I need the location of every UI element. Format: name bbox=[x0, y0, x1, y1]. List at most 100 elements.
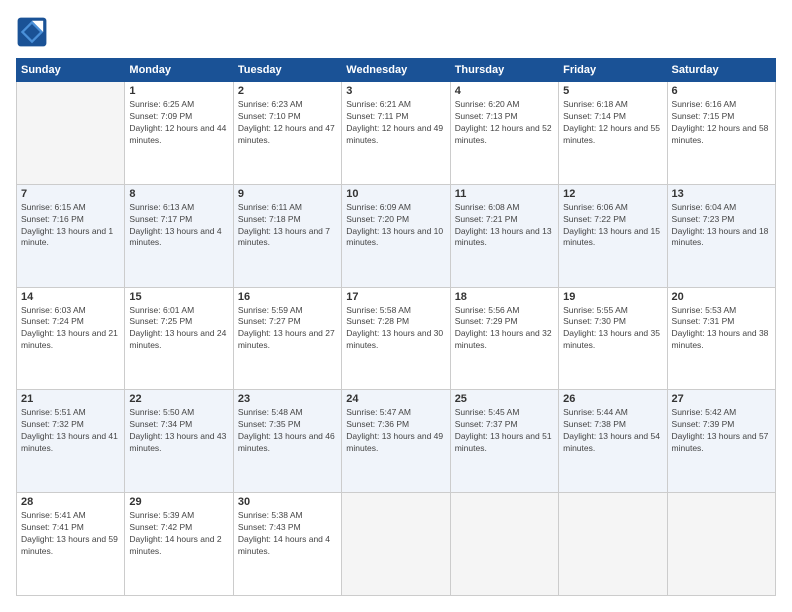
calendar-day-cell: 23Sunrise: 5:48 AMSunset: 7:35 PMDayligh… bbox=[233, 390, 341, 493]
day-info: Sunrise: 6:13 AMSunset: 7:17 PMDaylight:… bbox=[129, 202, 228, 250]
day-info: Sunrise: 6:21 AMSunset: 7:11 PMDaylight:… bbox=[346, 99, 445, 147]
day-number: 11 bbox=[455, 188, 554, 200]
page: SundayMondayTuesdayWednesdayThursdayFrid… bbox=[0, 0, 792, 612]
day-number: 18 bbox=[455, 291, 554, 303]
day-info: Sunrise: 5:56 AMSunset: 7:29 PMDaylight:… bbox=[455, 305, 554, 353]
day-number: 16 bbox=[238, 291, 337, 303]
day-number: 5 bbox=[563, 85, 662, 97]
day-info: Sunrise: 6:15 AMSunset: 7:16 PMDaylight:… bbox=[21, 202, 120, 250]
calendar-day-cell: 25 Sunrise: 5:45 AMSunset: 7:37 PMDayligh… bbox=[450, 390, 558, 493]
day-info: Sunrise: 6:01 AMSunset: 7:25 PMDaylight:… bbox=[129, 305, 228, 353]
day-info: Sunrise: 6:03 AMSunset: 7:24 PMDaylight:… bbox=[21, 305, 120, 353]
calendar-table: SundayMondayTuesdayWednesdayThursdayFrid… bbox=[16, 58, 776, 596]
calendar-day-cell: 1Sunrise: 6:25 AMSunset: 7:09 PMDaylight… bbox=[125, 82, 233, 185]
day-info: Sunrise: 5:39 AMSunset: 7:42 PMDaylight:… bbox=[129, 510, 228, 558]
header bbox=[16, 16, 776, 48]
calendar-week-row: 7 Sunrise: 6:15 AMSunset: 7:16 PMDaylight… bbox=[17, 184, 776, 287]
calendar-header-monday: Monday bbox=[125, 59, 233, 82]
day-info: Sunrise: 5:59 AMSunset: 7:27 PMDaylight:… bbox=[238, 305, 337, 353]
day-number: 3 bbox=[346, 85, 445, 97]
day-number: 7 bbox=[21, 188, 120, 200]
calendar-day-cell: 17 Sunrise: 5:58 AMSunset: 7:28 PMDayligh… bbox=[342, 287, 450, 390]
day-number: 24 bbox=[346, 393, 445, 405]
calendar-header-friday: Friday bbox=[559, 59, 667, 82]
calendar-day-cell: 28 Sunrise: 5:41 AMSunset: 7:41 PMDayligh… bbox=[17, 493, 125, 596]
day-number: 4 bbox=[455, 85, 554, 97]
calendar-week-row: 28 Sunrise: 5:41 AMSunset: 7:41 PMDayligh… bbox=[17, 493, 776, 596]
calendar-header-thursday: Thursday bbox=[450, 59, 558, 82]
day-number: 8 bbox=[129, 188, 228, 200]
calendar-day-cell: 3 Sunrise: 6:21 AMSunset: 7:11 PMDaylight… bbox=[342, 82, 450, 185]
calendar-day-cell bbox=[667, 493, 775, 596]
day-info: Sunrise: 5:47 AMSunset: 7:36 PMDaylight:… bbox=[346, 407, 445, 455]
day-number: 19 bbox=[563, 291, 662, 303]
day-info: Sunrise: 5:42 AMSunset: 7:39 PMDaylight:… bbox=[672, 407, 771, 455]
calendar-day-cell: 16 Sunrise: 5:59 AMSunset: 7:27 PMDayligh… bbox=[233, 287, 341, 390]
day-info: Sunrise: 6:06 AMSunset: 7:22 PMDaylight:… bbox=[563, 202, 662, 250]
day-info: Sunrise: 6:11 AMSunset: 7:18 PMDaylight:… bbox=[238, 202, 337, 250]
calendar-day-cell: 14Sunrise: 6:03 AMSunset: 7:24 PMDayligh… bbox=[17, 287, 125, 390]
calendar-day-cell: 12 Sunrise: 6:06 AMSunset: 7:22 PMDayligh… bbox=[559, 184, 667, 287]
calendar-day-cell: 11 Sunrise: 6:08 AMSunset: 7:21 PMDayligh… bbox=[450, 184, 558, 287]
calendar-day-cell bbox=[17, 82, 125, 185]
calendar-day-cell: 18 Sunrise: 5:56 AMSunset: 7:29 PMDayligh… bbox=[450, 287, 558, 390]
calendar-day-cell: 4 Sunrise: 6:20 AMSunset: 7:13 PMDaylight… bbox=[450, 82, 558, 185]
calendar-day-cell bbox=[342, 493, 450, 596]
calendar-week-row: 14Sunrise: 6:03 AMSunset: 7:24 PMDayligh… bbox=[17, 287, 776, 390]
day-info: Sunrise: 6:08 AMSunset: 7:21 PMDaylight:… bbox=[455, 202, 554, 250]
day-info: Sunrise: 5:51 AMSunset: 7:32 PMDaylight:… bbox=[21, 407, 120, 455]
day-info: Sunrise: 5:41 AMSunset: 7:41 PMDaylight:… bbox=[21, 510, 120, 558]
day-number: 12 bbox=[563, 188, 662, 200]
calendar-day-cell: 29 Sunrise: 5:39 AMSunset: 7:42 PMDayligh… bbox=[125, 493, 233, 596]
day-number: 6 bbox=[672, 85, 771, 97]
day-number: 29 bbox=[129, 496, 228, 508]
day-number: 20 bbox=[672, 291, 771, 303]
day-info: Sunrise: 5:38 AMSunset: 7:43 PMDaylight:… bbox=[238, 510, 337, 558]
calendar-day-cell: 6 Sunrise: 6:16 AMSunset: 7:15 PMDaylight… bbox=[667, 82, 775, 185]
calendar-day-cell: 21 Sunrise: 5:51 AMSunset: 7:32 PMDayligh… bbox=[17, 390, 125, 493]
day-info: Sunrise: 6:25 AMSunset: 7:09 PMDaylight:… bbox=[129, 99, 228, 147]
day-number: 10 bbox=[346, 188, 445, 200]
day-info: Sunrise: 6:09 AMSunset: 7:20 PMDaylight:… bbox=[346, 202, 445, 250]
calendar-day-cell: 24 Sunrise: 5:47 AMSunset: 7:36 PMDayligh… bbox=[342, 390, 450, 493]
day-info: Sunrise: 5:53 AMSunset: 7:31 PMDaylight:… bbox=[672, 305, 771, 353]
day-info: Sunrise: 5:55 AMSunset: 7:30 PMDaylight:… bbox=[563, 305, 662, 353]
day-info: Sunrise: 5:48 AMSunset: 7:35 PMDaylight:… bbox=[238, 407, 337, 455]
day-info: Sunrise: 6:04 AMSunset: 7:23 PMDaylight:… bbox=[672, 202, 771, 250]
calendar-day-cell: 9Sunrise: 6:11 AMSunset: 7:18 PMDaylight… bbox=[233, 184, 341, 287]
calendar-day-cell bbox=[559, 493, 667, 596]
calendar-day-cell: 13 Sunrise: 6:04 AMSunset: 7:23 PMDayligh… bbox=[667, 184, 775, 287]
day-info: Sunrise: 6:18 AMSunset: 7:14 PMDaylight:… bbox=[563, 99, 662, 147]
calendar-day-cell: 20 Sunrise: 5:53 AMSunset: 7:31 PMDayligh… bbox=[667, 287, 775, 390]
day-info: Sunrise: 6:20 AMSunset: 7:13 PMDaylight:… bbox=[455, 99, 554, 147]
calendar-day-cell: 26Sunrise: 5:44 AMSunset: 7:38 PMDayligh… bbox=[559, 390, 667, 493]
day-number: 2 bbox=[238, 85, 337, 97]
day-number: 25 bbox=[455, 393, 554, 405]
day-info: Sunrise: 5:58 AMSunset: 7:28 PMDaylight:… bbox=[346, 305, 445, 353]
calendar-day-cell: 15 Sunrise: 6:01 AMSunset: 7:25 PMDayligh… bbox=[125, 287, 233, 390]
calendar-header-saturday: Saturday bbox=[667, 59, 775, 82]
calendar-day-cell: 22 Sunrise: 5:50 AMSunset: 7:34 PMDayligh… bbox=[125, 390, 233, 493]
calendar-day-cell: 10 Sunrise: 6:09 AMSunset: 7:20 PMDayligh… bbox=[342, 184, 450, 287]
calendar-header-wednesday: Wednesday bbox=[342, 59, 450, 82]
day-number: 13 bbox=[672, 188, 771, 200]
day-number: 26 bbox=[563, 393, 662, 405]
day-number: 27 bbox=[672, 393, 771, 405]
calendar-week-row: 21 Sunrise: 5:51 AMSunset: 7:32 PMDayligh… bbox=[17, 390, 776, 493]
calendar-header-sunday: Sunday bbox=[17, 59, 125, 82]
day-info: Sunrise: 5:45 AMSunset: 7:37 PMDaylight:… bbox=[455, 407, 554, 455]
calendar-week-row: 1Sunrise: 6:25 AMSunset: 7:09 PMDaylight… bbox=[17, 82, 776, 185]
day-number: 21 bbox=[21, 393, 120, 405]
calendar-day-cell: 30Sunrise: 5:38 AMSunset: 7:43 PMDayligh… bbox=[233, 493, 341, 596]
calendar-header-tuesday: Tuesday bbox=[233, 59, 341, 82]
day-number: 15 bbox=[129, 291, 228, 303]
day-number: 28 bbox=[21, 496, 120, 508]
day-number: 22 bbox=[129, 393, 228, 405]
day-info: Sunrise: 6:16 AMSunset: 7:15 PMDaylight:… bbox=[672, 99, 771, 147]
calendar-day-cell: 19 Sunrise: 5:55 AMSunset: 7:30 PMDayligh… bbox=[559, 287, 667, 390]
day-info: Sunrise: 5:50 AMSunset: 7:34 PMDaylight:… bbox=[129, 407, 228, 455]
day-number: 17 bbox=[346, 291, 445, 303]
calendar-day-cell: 27 Sunrise: 5:42 AMSunset: 7:39 PMDayligh… bbox=[667, 390, 775, 493]
calendar-header-row: SundayMondayTuesdayWednesdayThursdayFrid… bbox=[17, 59, 776, 82]
logo bbox=[16, 16, 52, 48]
